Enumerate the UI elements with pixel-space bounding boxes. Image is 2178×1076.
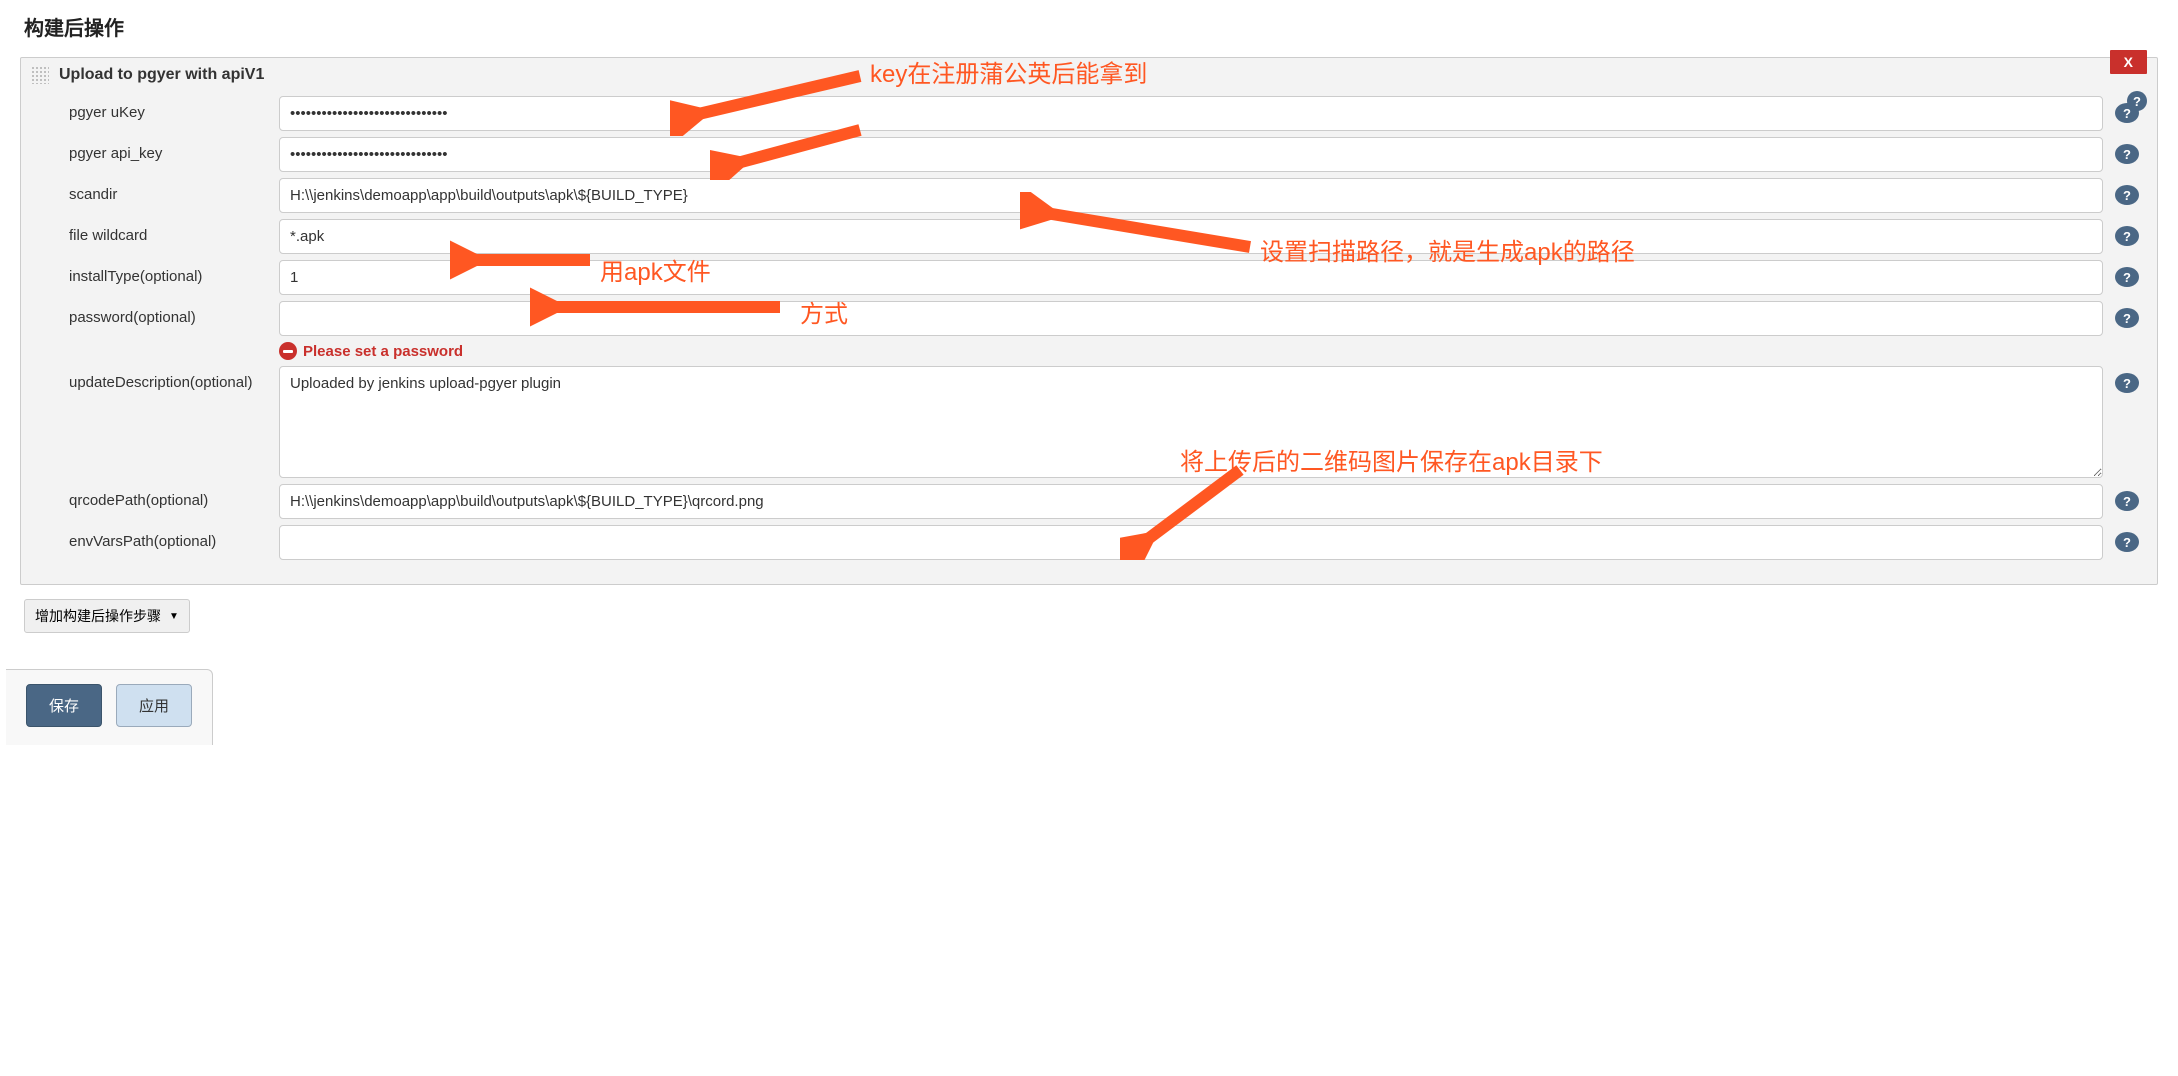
label-apikey: pgyer api_key — [69, 137, 279, 162]
form-body: pgyer uKey ? pgyer api_key ? scandir ? f… — [21, 92, 2157, 584]
row-envvars: envVarsPath(optional) ? — [69, 525, 2139, 560]
section-title: 构建后操作 — [0, 0, 2178, 57]
input-apikey[interactable] — [279, 137, 2103, 172]
row-apikey: pgyer api_key ? — [69, 137, 2139, 172]
help-icon[interactable]: ? — [2115, 103, 2139, 123]
validation-text: Please set a password — [303, 343, 463, 360]
add-step-label: 增加构建后操作步骤 — [35, 606, 161, 626]
apply-button[interactable]: 应用 — [116, 684, 192, 727]
input-installtype[interactable] — [279, 260, 2103, 295]
close-button[interactable]: X — [2110, 50, 2147, 74]
input-qrcode[interactable] — [279, 484, 2103, 519]
post-build-block: Upload to pgyer with apiV1 X ? pgyer uKe… — [20, 57, 2158, 585]
row-password: password(optional) ? — [69, 301, 2139, 336]
help-icon[interactable]: ? — [2115, 308, 2139, 328]
help-icon[interactable]: ? — [2115, 373, 2139, 393]
block-title: Upload to pgyer with apiV1 — [59, 66, 264, 84]
help-icon[interactable]: ? — [2115, 267, 2139, 287]
footer-bar: 保存 应用 — [6, 669, 213, 745]
block-header: Upload to pgyer with apiV1 X ? — [21, 58, 2157, 92]
textarea-desc[interactable] — [279, 366, 2103, 478]
row-qrcode: qrcodePath(optional) ? — [69, 484, 2139, 519]
row-scandir: scandir ? — [69, 178, 2139, 213]
label-ukey: pgyer uKey — [69, 96, 279, 121]
label-envvars: envVarsPath(optional) — [69, 525, 279, 550]
help-icon[interactable]: ? — [2115, 491, 2139, 511]
row-desc: updateDescription(optional) ? — [69, 366, 2139, 478]
input-password[interactable] — [279, 301, 2103, 336]
drag-handle-icon[interactable] — [31, 66, 49, 84]
help-icon[interactable]: ? — [2115, 144, 2139, 164]
input-wildcard[interactable] — [279, 219, 2103, 254]
error-icon — [279, 342, 297, 360]
row-installtype: installType(optional) ? — [69, 260, 2139, 295]
save-button[interactable]: 保存 — [26, 684, 102, 727]
chevron-down-icon: ▼ — [169, 611, 179, 622]
help-icon[interactable]: ? — [2115, 226, 2139, 246]
label-qrcode: qrcodePath(optional) — [69, 484, 279, 509]
input-envvars[interactable] — [279, 525, 2103, 560]
help-icon[interactable]: ? — [2115, 532, 2139, 552]
label-scandir: scandir — [69, 178, 279, 203]
row-wildcard: file wildcard ? — [69, 219, 2139, 254]
help-icon[interactable]: ? — [2115, 185, 2139, 205]
validation-password: Please set a password — [279, 342, 2139, 360]
input-ukey[interactable] — [279, 96, 2103, 131]
add-step-button[interactable]: 增加构建后操作步骤 ▼ — [24, 599, 190, 633]
row-ukey: pgyer uKey ? — [69, 96, 2139, 131]
add-step-row: 增加构建后操作步骤 ▼ — [20, 585, 2158, 643]
input-scandir[interactable] — [279, 178, 2103, 213]
label-installtype: installType(optional) — [69, 260, 279, 285]
label-wildcard: file wildcard — [69, 219, 279, 244]
label-desc: updateDescription(optional) — [69, 366, 279, 391]
label-password: password(optional) — [69, 301, 279, 326]
